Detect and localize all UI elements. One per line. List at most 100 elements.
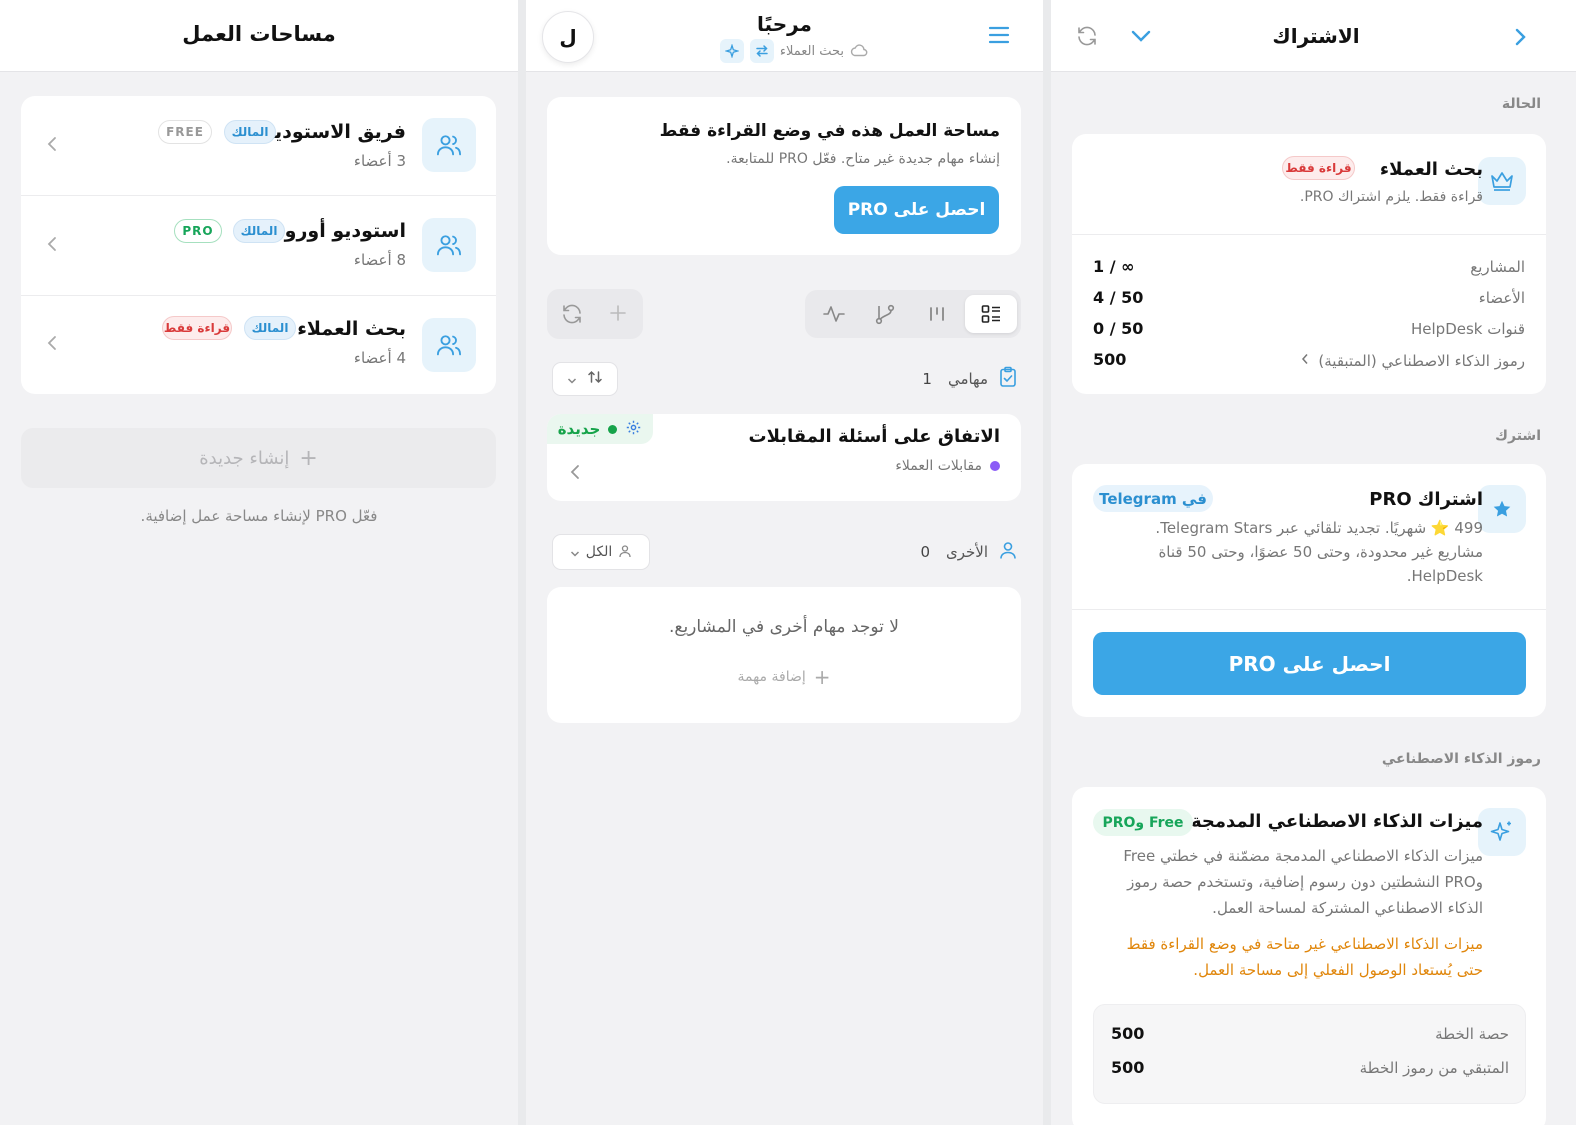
users-icon — [422, 118, 476, 172]
ai-tokens-row[interactable]: رموز الذكاء الاصطناعي (المتبقية) — [1300, 351, 1525, 370]
task-status: جديدة — [547, 414, 653, 444]
git-branch-icon[interactable] — [873, 302, 897, 330]
banner-text: إنشاء مهام جديدة غير متاح. فعّل PRO للمت… — [726, 151, 1000, 167]
sort-button[interactable] — [552, 362, 618, 396]
chevron-down-icon[interactable] — [1130, 28, 1152, 47]
ai-plan-badge: Free وPRO — [1093, 809, 1193, 836]
task-title: الاتفاق على أسئلة المقابلات — [748, 426, 1001, 447]
plan-line3: HelpDesk. — [1406, 567, 1483, 585]
plan-card: اشتراك PRO في Telegram 499 ⭐ شهريًا. تجد… — [1072, 464, 1546, 717]
ai-desc-line2: وPRO النشطتين دون رسوم إضافية، وتستخدم ح… — [1127, 873, 1483, 891]
limit-label: قنوات HelpDesk — [1411, 320, 1525, 338]
chevron-left-icon — [45, 234, 59, 258]
task-card[interactable]: جديدة الاتفاق على أسئلة المقابلات مقابلا… — [547, 414, 1021, 501]
chevron-right-icon[interactable] — [1513, 26, 1527, 52]
other-count: 0 — [920, 543, 930, 561]
workspaces-header: مساحات العمل — [0, 0, 518, 72]
workspace-item[interactable]: فريق الاستوديو 3 أعضاء المالك FREE — [21, 96, 496, 195]
workspace-name: فريق الاستوديو — [263, 121, 406, 143]
cloud-icon — [850, 42, 868, 61]
get-pro-button[interactable]: احصل على PRO — [1093, 632, 1526, 695]
tasks-pane: ل مرحبًا بحث العملاء مساحة العمل هذه في … — [526, 0, 1043, 1125]
chevron-down-icon — [570, 543, 580, 562]
add-task-label: إضافة مهمة — [737, 669, 806, 685]
view-switcher — [805, 290, 1021, 338]
ai-warning-line2: حتى يُستعاد الوصول الفعلي إلى مساحة العم… — [1193, 961, 1483, 979]
page-title: مساحات العمل — [182, 22, 336, 46]
chevron-left-icon — [1300, 351, 1310, 370]
refresh-icon[interactable] — [560, 302, 584, 330]
menu-icon[interactable] — [988, 25, 1010, 49]
plus-icon: + — [813, 665, 831, 689]
other-label: الأخرى — [945, 543, 988, 561]
ai-title: ميزات الذكاء الاصطناعي المدمجة — [1190, 811, 1483, 832]
ai-desc-line3: الذكاء الاصطناعي المشتركة لمساحة العمل. — [1212, 899, 1483, 917]
workspace-members: 4 أعضاء — [353, 349, 406, 367]
ai-warning-line1: ميزات الذكاء الاصطناعي غير متاحة في وضع … — [1126, 935, 1483, 953]
pro-hint: فعّل PRO لإنشاء مساحة عمل إضافية. — [140, 507, 378, 525]
workspace-sub: بحث العملاء — [779, 43, 844, 59]
user-icon — [998, 540, 1018, 564]
refresh-icon[interactable] — [1075, 24, 1099, 52]
status-dot — [608, 424, 618, 434]
limit-value: 500 — [1093, 350, 1127, 369]
ai-section-label: رموز الذكاء الاصطناعي — [1381, 751, 1541, 767]
limit-value: 0 / 50 — [1093, 319, 1144, 338]
crown-icon — [1478, 157, 1526, 205]
task-project: مقابلات العملاء — [895, 458, 1000, 474]
add-icon[interactable] — [607, 302, 629, 328]
tasks-header: ل مرحبًا بحث العملاء — [526, 0, 1043, 72]
workspace-item[interactable]: بحث العملاء 4 أعضاء المالك قراءة فقط — [21, 296, 496, 394]
quota-value: 500 — [1111, 1058, 1145, 1077]
user-icon — [618, 543, 632, 562]
add-task-button[interactable]: + إضافة مهمة — [547, 665, 1021, 689]
owner-badge: المالك — [233, 219, 285, 243]
limit-label: رموز الذكاء الاصطناعي (المتبقية) — [1318, 351, 1525, 370]
create-workspace-button[interactable]: + إنشاء جديدة — [21, 428, 496, 488]
readonly-banner: مساحة العمل هذه في وضع القراءة فقط إنشاء… — [547, 97, 1021, 255]
plan-title: اشتراك PRO — [1369, 489, 1483, 510]
status-section-label: الحالة — [1501, 96, 1541, 112]
chevron-left-icon — [45, 333, 59, 357]
workspace-name: بحث العملاء — [297, 318, 406, 340]
workspace-item[interactable]: استوديو أورورا 8 أعضاء المالك PRO — [21, 196, 496, 295]
chevron-down-icon — [567, 370, 577, 389]
list-view-icon[interactable] — [965, 295, 1017, 333]
workspace-list: فريق الاستوديو 3 أعضاء المالك FREE استود… — [21, 96, 496, 394]
workspace-members: 3 أعضاء — [353, 152, 406, 170]
subscription-pane: الاشتراك الحالة بحث العملاء قراءة فقط قر… — [1051, 0, 1576, 1125]
workspace-members: 8 أعضاء — [353, 251, 406, 269]
create-label: إنشاء جديدة — [199, 447, 290, 469]
workspace-switcher[interactable]: بحث العملاء — [702, 39, 868, 63]
sparkle-icon[interactable] — [719, 39, 744, 63]
plan-badge-readonly: قراءة فقط — [162, 316, 232, 340]
columns-icon[interactable] — [925, 302, 949, 330]
page-title: الاشتراك — [1272, 24, 1360, 48]
quota-label: حصة الخطة — [1435, 1025, 1509, 1043]
telegram-badge: في Telegram — [1093, 485, 1213, 512]
owner-badge: المالك — [224, 120, 276, 144]
empty-state: لا توجد مهام أخرى في المشاريع. + إضافة م… — [547, 587, 1021, 723]
quota-box: حصة الخطة 500 المتبقي من رموز الخطة 500 — [1093, 1004, 1526, 1104]
status-label: جديدة — [557, 420, 601, 438]
divider — [1072, 234, 1546, 235]
ai-card: ميزات الذكاء الاصطناعي المدمجة Free وPRO… — [1072, 787, 1546, 1125]
greeting: مرحبًا — [757, 12, 812, 36]
activity-icon[interactable] — [822, 302, 846, 330]
status-card: بحث العملاء قراءة فقط قراءة فقط. يلزم اش… — [1072, 134, 1546, 394]
sort-icon — [587, 369, 603, 389]
limit-label: الأعضاء — [1478, 289, 1525, 307]
switch-icon[interactable] — [749, 39, 774, 63]
star-icon — [1478, 485, 1526, 533]
plan-badge-free: FREE — [158, 120, 212, 144]
status-name: بحث العملاء — [1379, 159, 1483, 180]
chevron-left-icon — [568, 462, 582, 486]
plan-line1: 499 ⭐ شهريًا. تجديد تلقائي عبر Telegram … — [1155, 519, 1483, 537]
users-icon — [422, 218, 476, 272]
project-dot — [990, 461, 1000, 471]
plus-icon: + — [299, 445, 318, 471]
assignee-filter[interactable]: الكل — [552, 534, 650, 570]
subscribe-section-label: اشترك — [1495, 428, 1541, 444]
workspaces-pane: مساحات العمل فريق الاستوديو 3 أعضاء الما… — [0, 0, 518, 1125]
get-pro-button[interactable]: احصل على PRO — [834, 186, 999, 234]
